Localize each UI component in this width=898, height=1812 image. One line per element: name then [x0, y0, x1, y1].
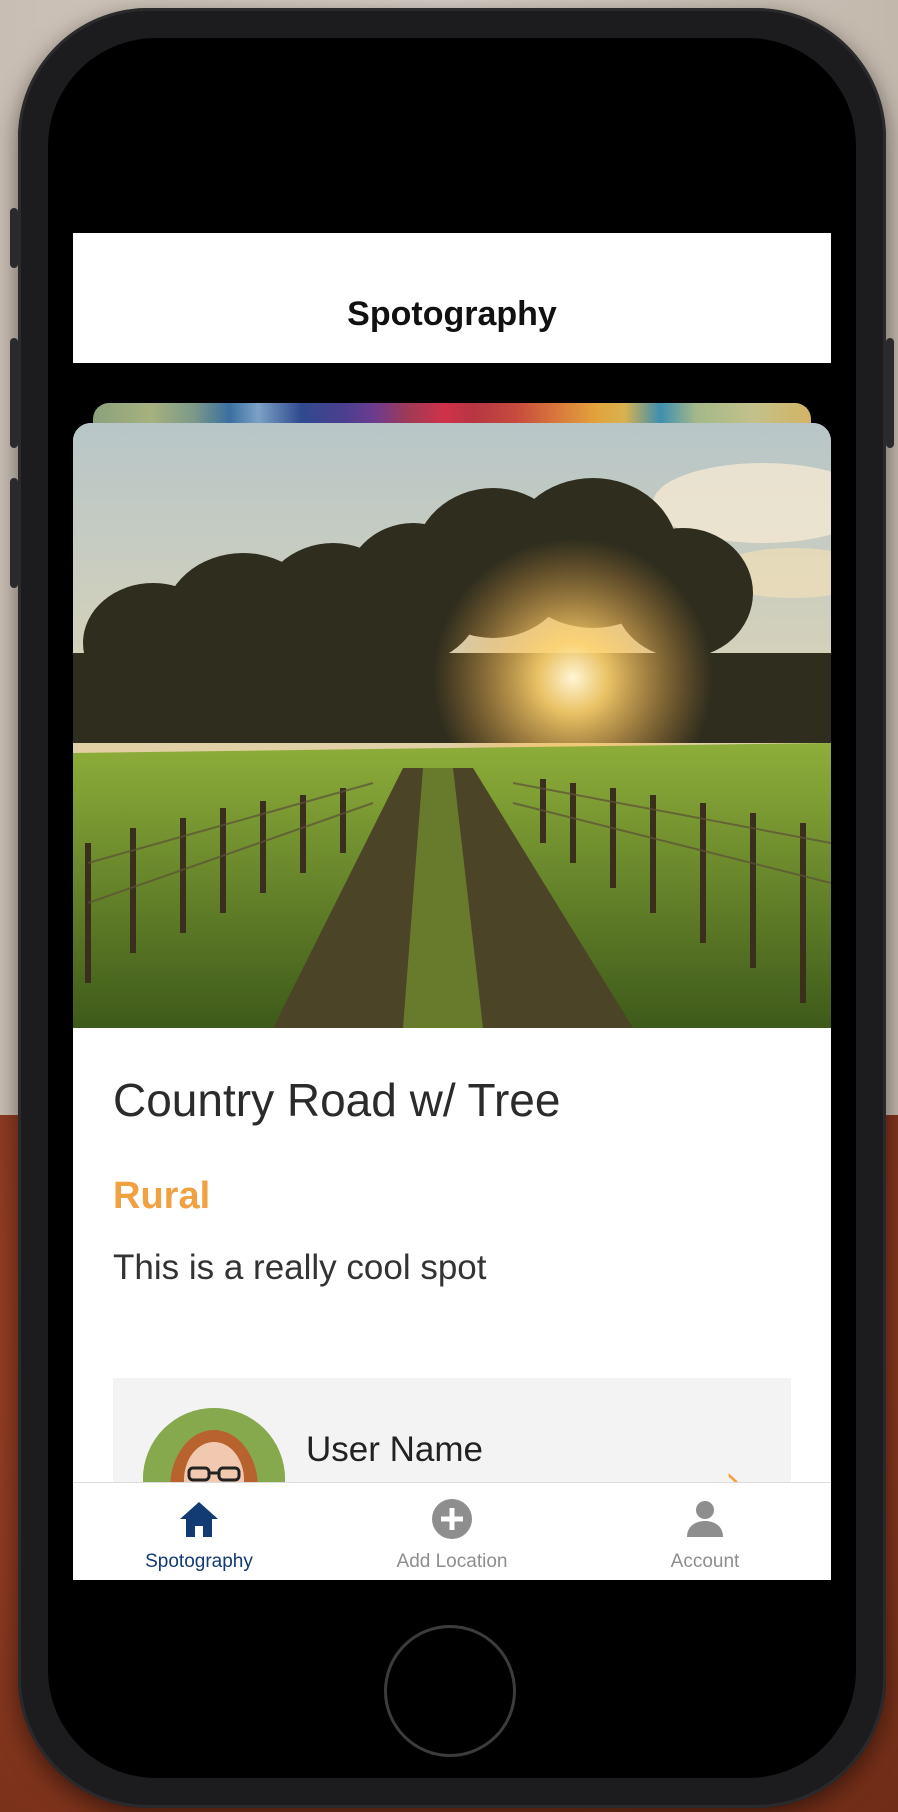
- tab-account[interactable]: Account: [579, 1483, 831, 1580]
- home-icon: [180, 1502, 218, 1537]
- spot-description: This is a really cool spot: [113, 1248, 487, 1287]
- navigation-bar: Spotography: [73, 233, 831, 363]
- plus-circle-icon: [432, 1499, 472, 1539]
- volume-up-button: [10, 338, 18, 448]
- home-button[interactable]: [384, 1625, 516, 1757]
- volume-down-button: [10, 478, 18, 588]
- tab-label: Spotography: [145, 1551, 253, 1572]
- user-name: User Name: [306, 1430, 483, 1469]
- tab-spotography[interactable]: Spotography: [73, 1483, 325, 1580]
- spot-photo: [73, 423, 831, 1028]
- spot-card[interactable]: Country Road w/ Tree Rural This is a rea…: [73, 423, 831, 1580]
- spot-category: Rural: [113, 1175, 211, 1217]
- spot-title: Country Road w/ Tree: [113, 1074, 561, 1126]
- tab-label: Add Location: [396, 1551, 508, 1572]
- app-screen: Spotography Country Road w/ Tree Rural T…: [73, 233, 831, 1580]
- power-button: [886, 338, 894, 448]
- mute-switch: [10, 208, 18, 268]
- tab-bar: Spotography Add Location Account: [73, 1482, 831, 1580]
- tab-add-location[interactable]: Add Location: [326, 1483, 578, 1580]
- person-icon: [687, 1501, 723, 1537]
- page-title: Spotography: [347, 295, 557, 333]
- tab-label: Account: [670, 1551, 740, 1572]
